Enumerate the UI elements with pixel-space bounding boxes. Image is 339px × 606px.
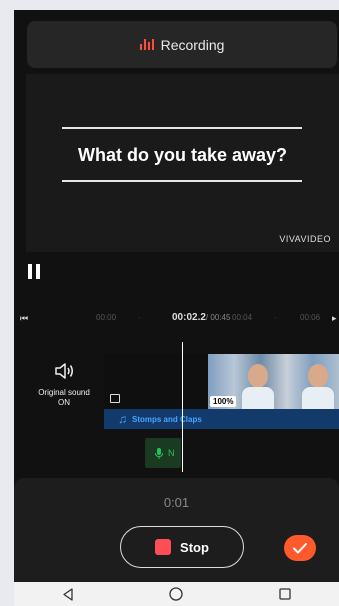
mic-icon	[155, 447, 163, 459]
recording-label: Recording	[160, 36, 225, 53]
tick-dot: ·	[274, 313, 277, 322]
speaker-icon	[55, 363, 73, 379]
pause-icon[interactable]	[28, 264, 40, 279]
video-clip-dark[interactable]	[104, 354, 208, 409]
music-note-icon: ♫	[118, 412, 127, 426]
person-thumbnail	[242, 387, 274, 409]
image-icon	[110, 394, 120, 403]
video-clip-photo[interactable]: 100%	[208, 354, 339, 409]
video-preview[interactable]: What do you take away? VIVAVIDEO	[26, 74, 339, 252]
timeline-header: ⏮ 00:00 · 00:02.2/ 00:45 00:04 · 00:06 ▸	[14, 308, 339, 328]
bars-icon	[139, 39, 154, 50]
stop-label: Stop	[180, 539, 209, 555]
person-thumbnail	[248, 364, 268, 388]
original-sound-label: Original sound	[38, 388, 90, 397]
home-icon[interactable]	[169, 587, 184, 601]
caption-top-rule	[62, 127, 302, 129]
record-track-label: N	[168, 448, 175, 458]
stop-button[interactable]: Stop	[120, 526, 244, 568]
audio-track[interactable]: ♫ Stomps and Claps	[104, 409, 339, 429]
system-nav-bar	[14, 582, 339, 606]
tick-label: 00:06	[300, 313, 321, 322]
original-sound-state: ON	[58, 398, 70, 407]
caption-bottom-rule	[62, 180, 302, 182]
confirm-button[interactable]	[284, 535, 316, 561]
tick-label: 00:04	[232, 313, 253, 322]
original-sound-toggle[interactable]: Original sound ON	[26, 362, 102, 408]
app-screen: Recording What do you take away? VIVAVID…	[14, 10, 339, 606]
person-thumbnail	[308, 364, 328, 388]
recording-banner: Recording	[27, 21, 337, 68]
stop-icon	[155, 539, 172, 555]
watermark: VIVAVIDEO	[279, 234, 331, 244]
recents-icon[interactable]	[279, 588, 291, 600]
caption-text: What do you take away?	[77, 145, 288, 165]
back-icon[interactable]	[62, 587, 74, 601]
audio-track-label: Stomps and Claps	[132, 414, 202, 424]
tick-dot: ·	[138, 313, 141, 322]
playhead[interactable]	[182, 342, 183, 472]
skip-end-icon[interactable]: ▸	[332, 313, 337, 324]
check-icon	[293, 542, 307, 553]
record-panel: 0:01 Stop	[14, 478, 339, 582]
clip-percent: 100%	[210, 396, 237, 407]
person-thumbnail	[302, 387, 334, 409]
current-time: 00:02.2/ 00:45	[172, 312, 231, 323]
skip-start-icon[interactable]: ⏮	[20, 313, 28, 324]
tick-label: 00:00	[96, 313, 117, 322]
voice-record-track[interactable]: N	[145, 438, 181, 468]
record-timer: 0:01	[163, 495, 190, 510]
